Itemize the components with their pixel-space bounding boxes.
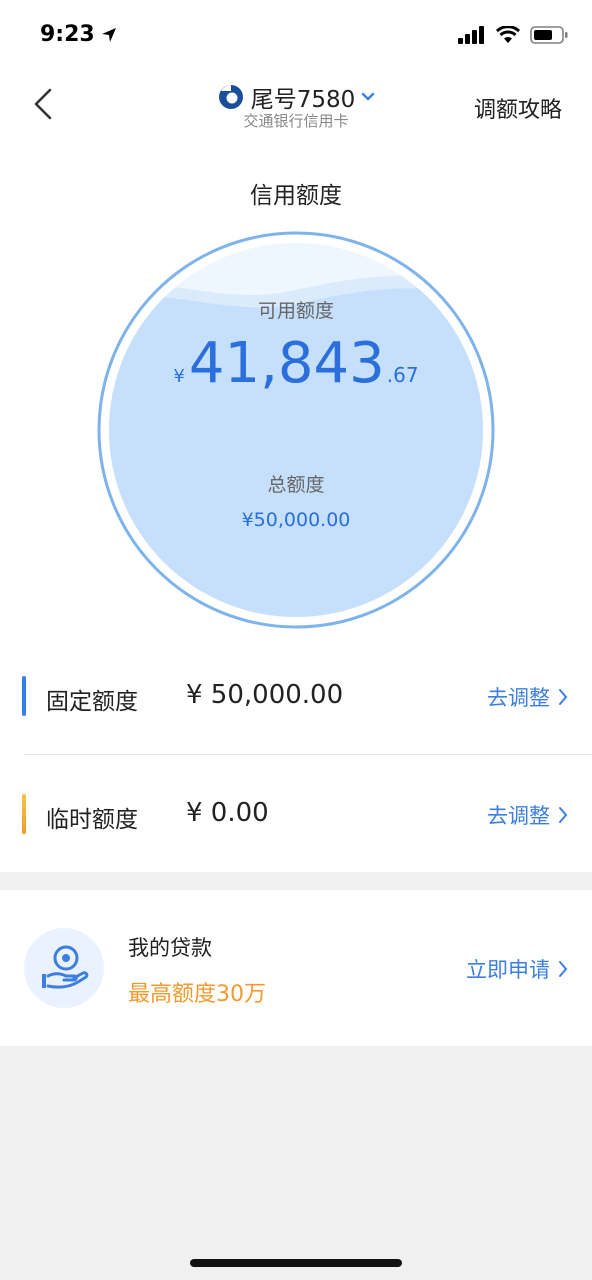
fixed-quota-label: 固定额度	[46, 689, 138, 715]
available-decimal: .67	[386, 363, 419, 387]
fixed-quota-row: 固定额度 ¥ 50,000.00 去调整	[0, 664, 592, 724]
signal-icon	[458, 26, 484, 44]
credit-section-title: 信用额度	[250, 183, 342, 209]
divider	[24, 754, 592, 755]
chevron-right-icon	[559, 807, 568, 823]
fixed-quota-value: ¥ 50,000.00	[186, 680, 344, 710]
temp-quota-value: ¥ 0.00	[186, 798, 269, 828]
battery-icon	[530, 26, 568, 44]
credit-gauge	[97, 231, 495, 629]
home-indicator[interactable]	[190, 1259, 402, 1267]
card-title: 尾号7580	[250, 87, 356, 113]
temp-quota-label: 临时额度	[46, 807, 138, 833]
chevron-right-icon	[559, 961, 568, 977]
temp-quota-indicator	[22, 794, 26, 834]
available-currency: ¥	[173, 366, 185, 387]
wifi-icon	[496, 26, 520, 43]
available-integer: 41,843	[188, 331, 385, 396]
adjust-temp-label: 去调整	[487, 804, 550, 828]
total-amount: ¥50,000.00	[241, 509, 351, 531]
loan-card[interactable]: 我的贷款 最高额度30万 立即申请	[0, 890, 592, 1046]
adjust-temp-quota-button[interactable]: 去调整	[487, 800, 568, 830]
bocom-logo-icon	[218, 85, 243, 109]
status-time: 9:23	[40, 22, 117, 47]
chevron-right-icon	[559, 689, 568, 705]
adjust-fixed-label: 去调整	[487, 686, 550, 710]
adjust-guide-link[interactable]: 调额攻略	[474, 92, 562, 124]
adjust-fixed-quota-button[interactable]: 去调整	[487, 682, 568, 712]
status-indicators	[458, 26, 568, 44]
available-amount: ¥ 41,843 .67	[0, 336, 592, 392]
available-label: 可用额度	[257, 300, 334, 322]
chevron-down-icon	[362, 92, 375, 101]
apply-loan-button[interactable]: 立即申请	[466, 954, 568, 984]
time-text: 9:23	[40, 22, 95, 47]
loan-icon	[24, 928, 104, 1008]
loan-subtitle: 最高额度30万	[128, 982, 266, 1007]
loan-title: 我的贷款	[128, 936, 212, 960]
apply-loan-label: 立即申请	[466, 958, 550, 982]
total-label: 总额度	[267, 474, 325, 496]
coin-hand-icon	[42, 945, 89, 989]
location-arrow-icon	[101, 27, 116, 42]
temp-quota-row: 临时额度 ¥ 0.00 去调整	[0, 782, 592, 842]
fixed-quota-indicator	[22, 676, 26, 716]
